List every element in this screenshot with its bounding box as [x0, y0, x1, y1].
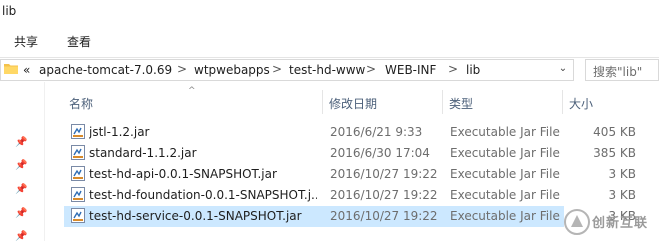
jar-file-icon [71, 145, 85, 160]
tab-share[interactable]: 共享 [14, 33, 38, 50]
sort-ascending-icon: ^ [188, 86, 196, 96]
breadcrumb-tomcat[interactable]: apache-tomcat-7.0.69 [39, 63, 172, 77]
file-size: 385 KB [593, 146, 636, 160]
tab-view[interactable]: 查看 [67, 33, 91, 50]
file-name: standard-1.1.2.jar [89, 146, 197, 160]
breadcrumb-wtpwebapps[interactable]: wtpwebapps [194, 63, 270, 77]
watermark-text: 创新互联 [592, 216, 649, 231]
search-input[interactable]: 搜索"lib" [585, 59, 659, 81]
column-header-size[interactable]: 大小 [569, 95, 593, 112]
jar-file-icon [71, 187, 85, 202]
file-type: Executable Jar File [450, 146, 560, 160]
jar-file-icon [71, 166, 85, 181]
column-divider[interactable] [562, 90, 563, 114]
column-divider[interactable] [322, 90, 323, 114]
column-header-type[interactable]: 类型 [449, 95, 473, 112]
pin-icon[interactable]: 📌 [15, 208, 27, 220]
file-type: Executable Jar File [450, 167, 560, 181]
file-name: jstl-1.2.jar [89, 125, 150, 139]
column-header-name[interactable]: 名称 [69, 95, 93, 112]
pin-icon[interactable]: 📌 [15, 160, 27, 172]
file-name: test-hd-api-0.0.1-SNAPSHOT.jar [89, 167, 277, 181]
pin-icon[interactable]: 📌 [15, 231, 27, 243]
file-type: Executable Jar File [450, 188, 560, 202]
file-type: Executable Jar File [450, 125, 560, 139]
breadcrumb-lib[interactable]: lib [466, 63, 480, 77]
address-dropdown-icon[interactable]: ⌄ [557, 63, 569, 74]
breadcrumb-separator[interactable]: > [366, 62, 376, 76]
file-date: 2016/10/27 19:22 [330, 188, 438, 202]
breadcrumb-web-inf[interactable]: WEB-INF [385, 63, 436, 77]
file-date: 2016/10/27 19:22 [330, 209, 438, 223]
folder-icon [4, 64, 18, 74]
file-type: Executable Jar File [450, 209, 560, 223]
file-size: 3 KB [608, 167, 636, 181]
file-date: 2016/6/30 17:04 [330, 146, 430, 160]
jar-file-icon [71, 208, 85, 223]
file-date: 2016/10/27 19:22 [330, 167, 438, 181]
file-name: test-hd-foundation-0.0.1-SNAPSHOT.j... [89, 188, 317, 202]
pin-icon[interactable]: 📌 [15, 184, 27, 196]
file-size: 3 KB [608, 188, 636, 202]
address-overflow[interactable]: « [23, 63, 30, 77]
ribbon-divider [0, 57, 659, 58]
column-divider[interactable] [442, 90, 443, 114]
column-header-date[interactable]: 修改日期 [329, 95, 377, 112]
jar-file-icon [71, 124, 85, 139]
file-name: test-hd-service-0.0.1-SNAPSHOT.jar [89, 209, 302, 223]
file-size: 405 KB [593, 125, 636, 139]
window-title: lib [2, 4, 17, 18]
breadcrumb-separator[interactable]: > [272, 62, 282, 76]
breadcrumb-separator[interactable]: > [448, 62, 458, 76]
pin-icon[interactable]: 📌 [15, 137, 27, 149]
file-date: 2016/6/21 9:33 [330, 125, 423, 139]
breadcrumb-separator[interactable]: > [177, 62, 187, 76]
breadcrumb-test-hd-www[interactable]: test-hd-www [289, 63, 365, 77]
